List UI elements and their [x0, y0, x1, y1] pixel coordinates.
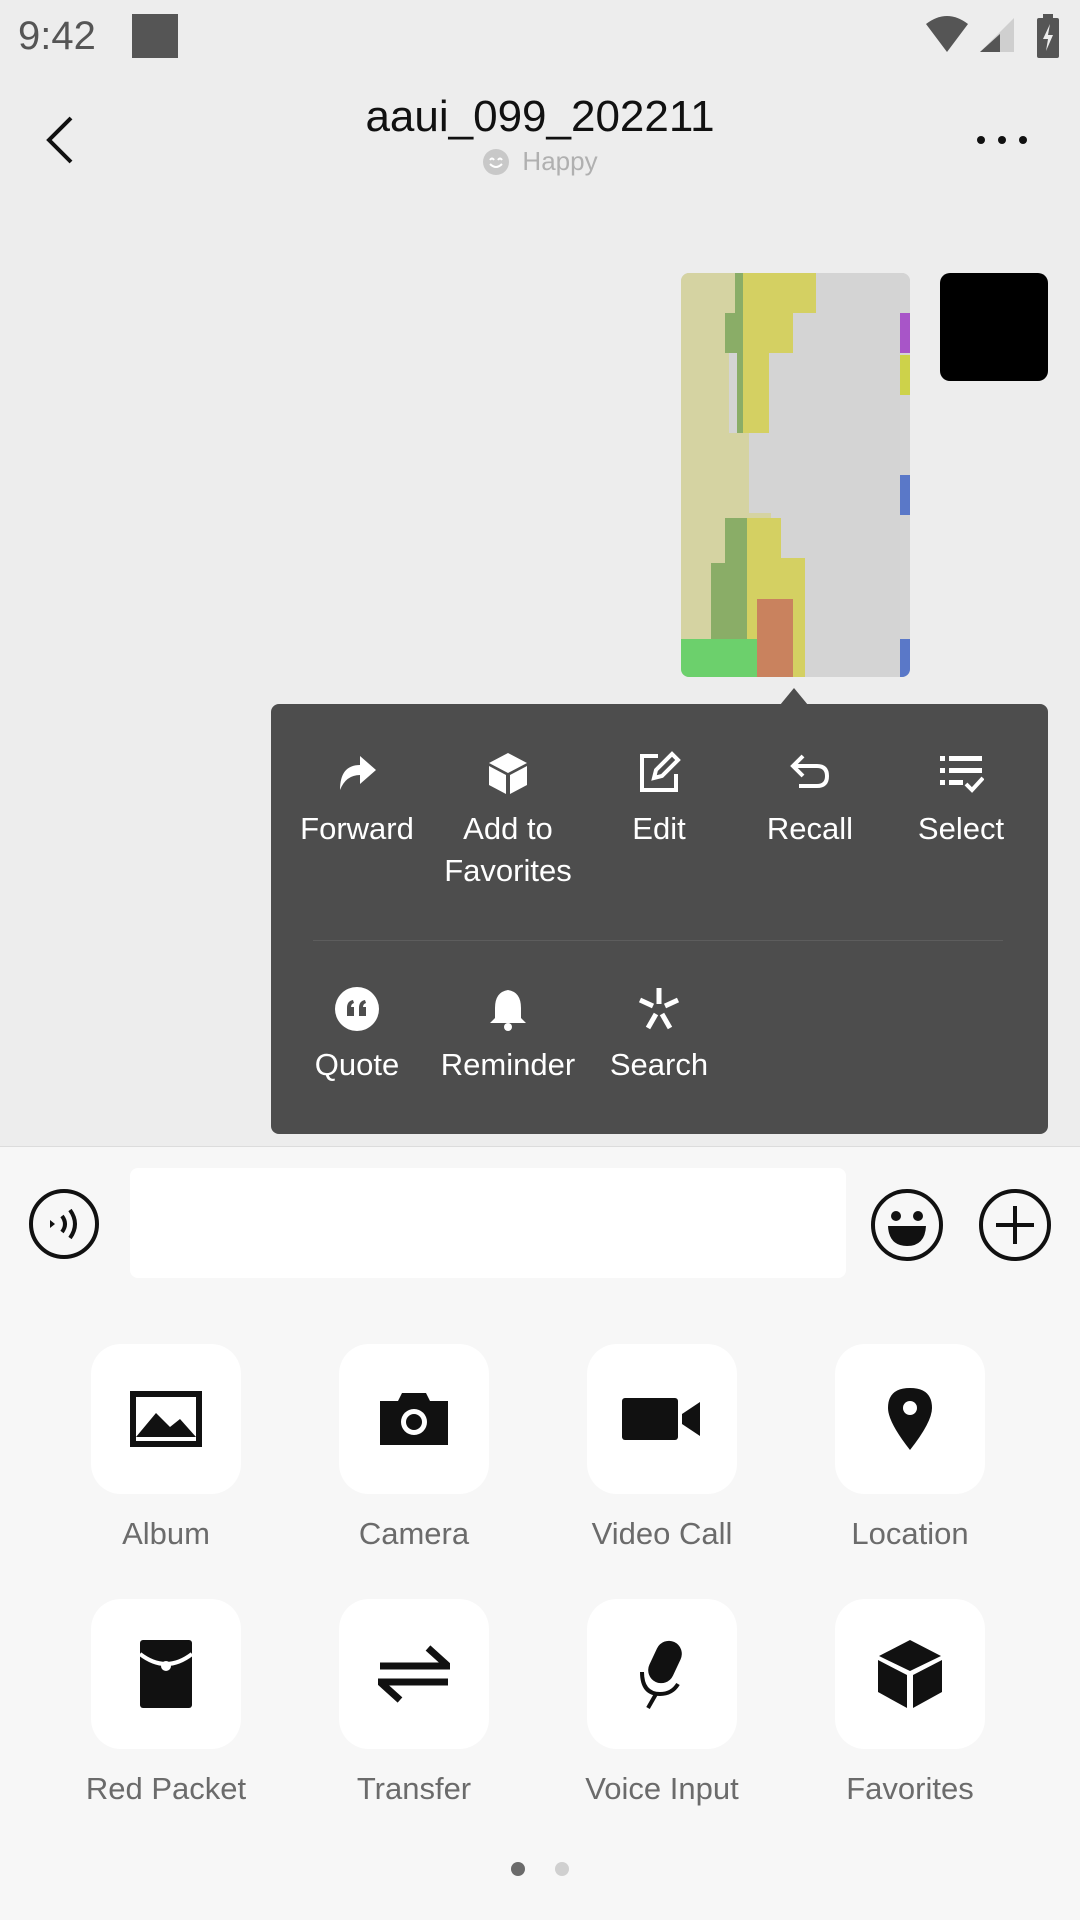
menu-pointer	[780, 688, 808, 705]
menu-reminder-label: Reminder	[440, 1047, 576, 1082]
menu-recall-label: Recall	[766, 811, 854, 846]
menu-select[interactable]: Select	[886, 750, 1036, 850]
plus-icon	[979, 1189, 1051, 1261]
voice-toggle-button[interactable]	[28, 1188, 100, 1260]
smile-status-icon	[483, 148, 510, 175]
chat-title: aaui_099_202211	[365, 92, 715, 141]
avatar[interactable]	[940, 273, 1048, 381]
tool-voice-input-label: Voice Input	[585, 1771, 739, 1806]
message-input[interactable]	[130, 1168, 846, 1278]
video-icon	[622, 1398, 700, 1440]
tool-video-call-label: Video Call	[591, 1516, 733, 1551]
image-message[interactable]	[681, 273, 910, 677]
status-bar: 9:42	[0, 0, 1080, 72]
album-icon	[130, 1391, 202, 1447]
menu-edit[interactable]: Edit	[584, 750, 734, 850]
location-pin-icon	[888, 1388, 932, 1450]
cube-icon	[878, 1640, 942, 1708]
notification-icon	[132, 14, 178, 58]
microphone-icon	[640, 1640, 682, 1709]
menu-forward-label: Forward	[300, 811, 414, 846]
user-status-text: Happy	[522, 146, 598, 176]
emoji-icon	[871, 1189, 943, 1261]
page-indicator-1[interactable]	[511, 1862, 525, 1876]
tool-album-tile[interactable]	[91, 1344, 241, 1494]
more-options-button[interactable]	[962, 110, 1042, 170]
signal-icon	[980, 18, 1014, 52]
menu-recall[interactable]: Recall	[735, 750, 885, 850]
voice-icon	[29, 1189, 99, 1259]
more-dots-icon	[977, 136, 1027, 144]
undo-icon	[790, 754, 830, 788]
camera-icon	[380, 1393, 448, 1445]
tool-video-call-tile[interactable]	[587, 1344, 737, 1494]
menu-quote-label: Quote	[314, 1047, 400, 1082]
user-status: Happy	[0, 146, 1080, 177]
tool-favorites-tile[interactable]	[835, 1599, 985, 1749]
tool-favorites[interactable]: Favorites	[786, 1599, 1034, 1807]
bell-icon	[490, 990, 526, 1031]
menu-add-to-favorites[interactable]: Add to Favorites	[433, 750, 583, 892]
tool-camera[interactable]: Camera	[290, 1344, 538, 1552]
edit-icon	[640, 751, 681, 792]
tool-video-call[interactable]: Video Call	[538, 1344, 786, 1552]
menu-search-label: Search	[609, 1047, 709, 1082]
multi-select-icon	[940, 756, 984, 793]
red-packet-icon	[138, 1640, 194, 1708]
forward-icon	[340, 756, 376, 790]
quote-icon	[335, 987, 379, 1031]
battery-icon	[1037, 14, 1059, 58]
cube-icon	[489, 753, 527, 794]
tool-transfer-tile[interactable]	[339, 1599, 489, 1749]
tool-album[interactable]: Album	[42, 1344, 290, 1552]
tool-location[interactable]: Location	[786, 1344, 1034, 1552]
wifi-icon	[926, 16, 968, 52]
tool-red-packet[interactable]: Red Packet	[42, 1599, 290, 1807]
menu-quote[interactable]: Quote	[282, 986, 432, 1086]
menu-reminder[interactable]: Reminder	[433, 986, 583, 1086]
menu-add-to-favorites-label: Add to Favorites	[444, 811, 572, 888]
emoji-button[interactable]	[870, 1188, 944, 1262]
tool-location-label: Location	[851, 1516, 969, 1551]
menu-select-label: Select	[917, 811, 1005, 846]
tool-voice-input-tile[interactable]	[587, 1599, 737, 1749]
more-functions-button[interactable]	[978, 1188, 1052, 1262]
tool-album-label: Album	[122, 1516, 210, 1551]
tool-favorites-label: Favorites	[846, 1771, 974, 1806]
page-indicator-2[interactable]	[555, 1862, 569, 1876]
menu-search[interactable]: Search	[584, 986, 734, 1086]
sparkle-search-icon	[638, 988, 680, 1030]
tool-voice-input[interactable]: Voice Input	[538, 1599, 786, 1807]
tool-camera-tile[interactable]	[339, 1344, 489, 1494]
tool-transfer[interactable]: Transfer	[290, 1599, 538, 1807]
menu-forward[interactable]: Forward	[282, 750, 432, 850]
tool-red-packet-tile[interactable]	[91, 1599, 241, 1749]
menu-edit-label: Edit	[632, 811, 686, 846]
tool-camera-label: Camera	[358, 1516, 470, 1551]
status-time: 9:42	[18, 14, 96, 58]
transfer-icon	[378, 1645, 450, 1703]
tool-location-tile[interactable]	[835, 1344, 985, 1494]
message-image	[681, 273, 910, 677]
tool-red-packet-label: Red Packet	[85, 1771, 247, 1806]
menu-divider	[313, 940, 1003, 941]
tool-transfer-label: Transfer	[356, 1771, 472, 1806]
